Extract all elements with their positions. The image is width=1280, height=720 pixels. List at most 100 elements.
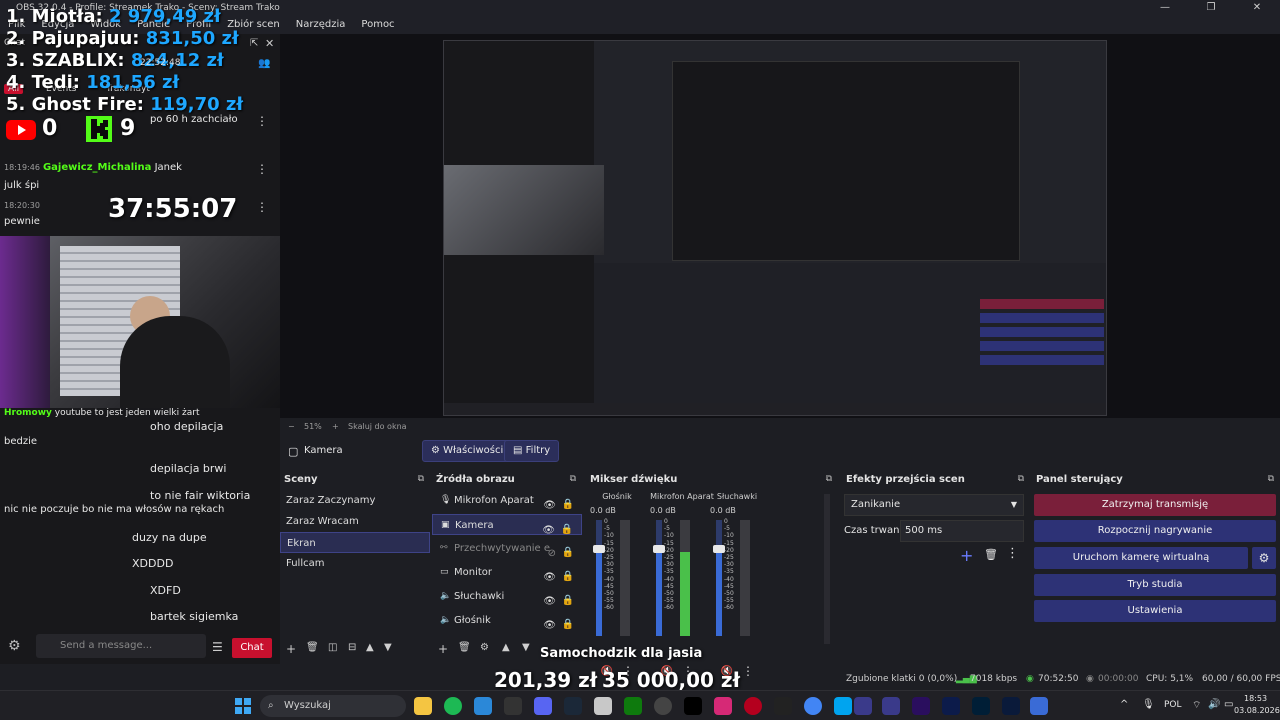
clock-time[interactable]: 18:53 [1244,694,1267,703]
visibility-icon[interactable]: 👁 [543,567,556,588]
source-item[interactable]: ⚯ Przechwytywanie e ⊘ 🔒 [432,538,582,559]
users-icon[interactable]: 👥 [258,58,270,69]
channel-more-icon[interactable]: ⋮ [742,664,754,678]
chat-input[interactable]: Send a message... [36,634,206,658]
more-icon[interactable]: ⋮ [256,114,268,128]
minimize-button[interactable]: — [1142,0,1188,16]
lock-icon[interactable]: 🔒 [562,542,574,563]
settings-button[interactable]: Ustawienia [1034,600,1276,622]
lightroom-icon[interactable] [1002,697,1020,715]
hud-icon[interactable] [774,697,792,715]
close-icon[interactable]: ✕ [265,37,274,50]
zoom-in-icon[interactable]: + [332,420,339,434]
edge-icon[interactable] [474,697,492,715]
battery-icon[interactable]: ▭ [1224,699,1233,710]
source-item-selected[interactable]: ▣ Kamera 👁 🔒 [432,514,582,536]
pop-out-icon[interactable]: ⇱ [250,38,258,49]
undock-icon[interactable]: ⧉ [826,474,832,484]
move-down-icon[interactable]: ▼ [384,642,392,653]
visibility-icon[interactable]: 👁 [543,615,556,636]
steam-icon[interactable] [564,697,582,715]
gear-icon[interactable]: ⚙ [480,642,489,653]
virtual-camera-settings-icon[interactable]: ⚙ [1252,547,1276,569]
menu-tools[interactable]: Narzędzia [296,16,346,34]
add-icon[interactable]: + [286,642,296,656]
undock-icon[interactable]: ⧉ [418,474,424,484]
epic-games-icon[interactable] [504,697,522,715]
mic-icon[interactable]: 🎙 [1142,699,1155,710]
scale-to-window[interactable]: Skaluj do okna [348,420,407,434]
media-encoder-icon[interactable] [882,697,900,715]
start-virtual-camera-button[interactable]: Uruchom kamerę wirtualną [1034,547,1248,569]
trash-icon[interactable]: 🗑 [458,642,471,653]
scene-item[interactable]: Zaraz Zaczynamy [280,490,430,511]
instagram-icon[interactable] [714,697,732,715]
maximize-button[interactable]: ❐ [1188,0,1234,16]
start-recording-button[interactable]: Rozpocznij nagrywanie [1034,520,1276,542]
chat-send-button[interactable]: Chat [232,638,272,658]
duration-input[interactable]: 500 ms [900,520,1024,542]
tiktok-icon[interactable] [684,697,702,715]
clock-date[interactable]: 03.08.2026 [1234,706,1280,715]
visibility-icon[interactable]: 👁 [543,495,556,516]
filter-icon[interactable]: ◫ [328,642,337,653]
lock-icon[interactable]: 🔒 [562,614,574,635]
photoshop-icon[interactable] [972,697,990,715]
add-icon[interactable]: + [438,642,448,656]
volume-slider[interactable] [656,520,662,636]
premiere-icon[interactable] [912,697,930,715]
settings-icon[interactable]: ⊟ [348,642,356,653]
source-item[interactable]: 🎙 Mikrofon Aparat 👁 🔒 [432,490,582,511]
hidden-icon[interactable]: ⊘ [548,543,556,564]
undock-icon[interactable]: ⧉ [1018,474,1024,484]
app-icon[interactable] [1030,697,1048,715]
windows-start-icon[interactable] [234,697,252,715]
volume-slider[interactable] [596,520,602,636]
zoom-out-icon[interactable]: − [288,420,295,434]
more-icon[interactable]: ⋮ [1006,546,1019,561]
opera-icon[interactable] [744,697,762,715]
visibility-icon[interactable]: 👁 [543,591,556,612]
lock-icon[interactable]: 🔒 [561,519,573,540]
language-indicator[interactable]: POL [1164,700,1182,710]
transition-select[interactable]: Zanikanie ▼ [844,494,1024,516]
stop-stream-button[interactable]: Zatrzymaj transmisję [1034,494,1276,516]
trash-icon[interactable]: 🗑 [306,642,319,653]
lock-icon[interactable]: 🔒 [562,494,574,515]
chrome-icon[interactable] [804,697,822,715]
audition-icon[interactable] [942,697,960,715]
source-item[interactable]: ▭ Monitor 👁 🔒 [432,562,582,583]
move-down-icon[interactable]: ▼ [522,642,530,653]
menu-icon[interactable]: ☰ [212,640,223,654]
source-item[interactable]: 🔈 Słuchawki 👁 🔒 [432,586,582,607]
mixer-scrollbar[interactable] [824,494,830,644]
store-icon[interactable] [834,697,852,715]
app-icon[interactable] [594,697,612,715]
move-up-icon[interactable]: ▲ [366,642,374,653]
move-up-icon[interactable]: ▲ [502,642,510,653]
settings-gear-icon[interactable]: ⚙ [8,638,21,654]
scene-item-selected[interactable]: Ekran [280,532,430,553]
wifi-icon[interactable]: ⌔ [1192,699,1201,712]
xbox-icon[interactable] [624,697,642,715]
after-effects-icon[interactable] [854,697,872,715]
properties-button[interactable]: ⚙ Właściwości [422,440,513,462]
studio-mode-button[interactable]: Tryb studia [1034,574,1276,596]
trash-icon[interactable]: 🗑 [984,548,998,561]
filters-button[interactable]: ▤ Filtry [504,440,560,462]
source-item[interactable]: 🔈 Głośnik 👁 🔒 [432,610,582,631]
lock-icon[interactable]: 🔒 [562,566,574,587]
more-icon[interactable]: ⋮ [256,200,268,214]
scene-item[interactable]: Fullcam [280,553,430,574]
obs-icon[interactable] [654,697,672,715]
file-explorer-icon[interactable] [414,697,432,715]
taskbar-search[interactable]: ⌕ Wyszukaj [260,695,406,717]
undock-icon[interactable]: ⧉ [570,474,576,484]
lock-icon[interactable]: 🔒 [562,590,574,611]
scene-item[interactable]: Zaraz Wracam [280,511,430,532]
spotify-icon[interactable] [444,697,462,715]
more-icon[interactable]: ⋮ [256,162,268,176]
menu-help[interactable]: Pomoc [361,16,394,34]
discord-icon[interactable] [534,697,552,715]
volume-slider[interactable] [716,520,722,636]
